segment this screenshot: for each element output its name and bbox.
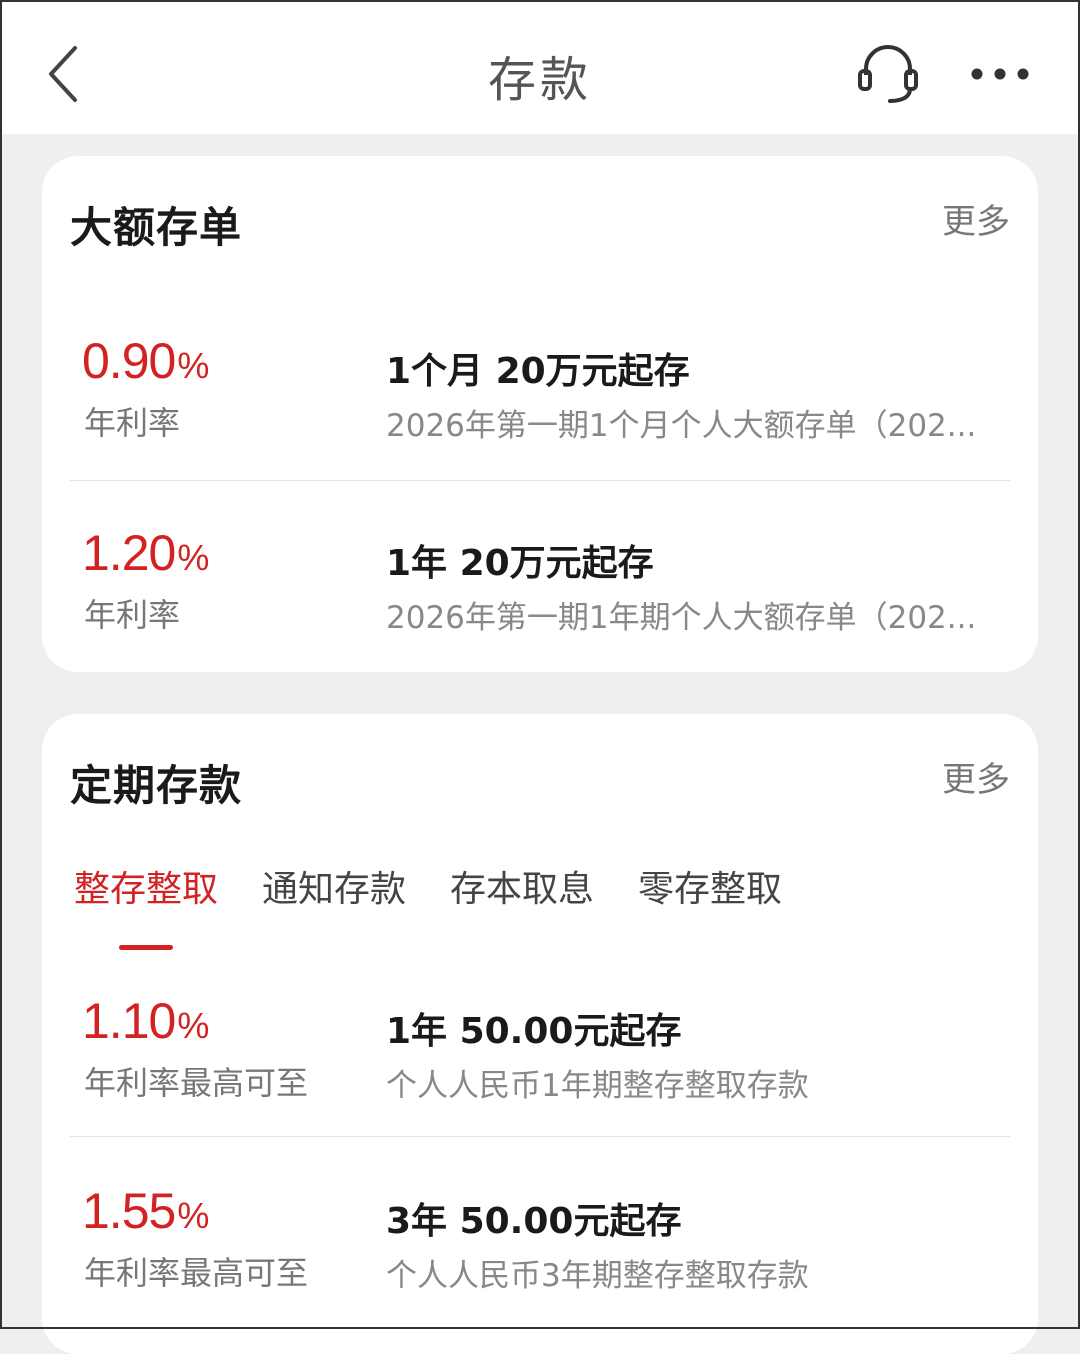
rate-label: 年利率 <box>84 596 181 634</box>
product-description: 2026年第一期1年期个人大额存单（202... <box>386 600 977 636</box>
tab-installment-deposit[interactable]: 零存整取 <box>638 860 782 930</box>
product-title: 1年 50.00元起存 <box>386 1011 682 1052</box>
tab-label: 存本取息 <box>450 869 595 910</box>
rate-value: 1.55% <box>82 1183 209 1239</box>
rate-label: 年利率最高可至 <box>84 1064 309 1102</box>
rate-label: 年利率 <box>84 404 181 442</box>
rate-value: 1.20% <box>82 525 209 581</box>
product-title: 1个月 20万元起存 <box>386 351 690 392</box>
section-title: 定期存款 <box>70 761 243 810</box>
divider <box>70 480 1010 481</box>
large-cd-card: 大额存单 更多 0.90% 年利率 1个月 20万元起存 2026年第一期1个月… <box>42 156 1038 672</box>
product-title: 1年 20万元起存 <box>386 543 654 584</box>
rate-value: 1.10% <box>82 993 209 1049</box>
more-link[interactable]: 更多 <box>942 194 1010 243</box>
product-row[interactable]: 1.10% 年利率最高可至 1年 50.00元起存 个人人民币1年期整存整取存款 <box>42 992 1038 1112</box>
divider <box>70 1136 1010 1137</box>
rate-label: 年利率最高可至 <box>84 1254 309 1292</box>
product-description: 2026年第一期1个月个人大额存单（202... <box>386 408 977 444</box>
tab-label: 整存整取 <box>74 869 219 910</box>
more-dots-icon <box>971 68 1029 80</box>
tab-lump-sum[interactable]: 整存整取 <box>74 860 219 950</box>
fixed-deposit-card: 定期存款 更多 整存整取 通知存款 存本取息 零存整取 1.10% 年利率最高可… <box>42 714 1038 1354</box>
more-link[interactable]: 更多 <box>942 752 1010 801</box>
product-row[interactable]: 0.90% 年利率 1个月 20万元起存 2026年第一期1个月个人大额存单（2… <box>42 332 1038 452</box>
customer-service-button[interactable] <box>848 36 928 112</box>
product-description: 个人人民币3年期整存整取存款 <box>386 1258 809 1294</box>
tab-label: 通知存款 <box>262 869 407 910</box>
active-tab-indicator <box>119 945 173 950</box>
tab-interest-withdrawal[interactable]: 存本取息 <box>450 860 594 930</box>
nav-bar: 存款 <box>0 0 1080 134</box>
tab-label: 零存整取 <box>638 869 783 910</box>
product-description: 个人人民币1年期整存整取存款 <box>386 1068 809 1104</box>
product-row[interactable]: 1.55% 年利率最高可至 3年 50.00元起存 个人人民币3年期整存整取存款 <box>42 1182 1038 1302</box>
rate-value: 0.90% <box>82 333 209 389</box>
tab-notice-deposit[interactable]: 通知存款 <box>262 860 406 930</box>
product-row[interactable]: 1.20% 年利率 1年 20万元起存 2026年第一期1年期个人大额存单（20… <box>42 524 1038 644</box>
more-options-button[interactable] <box>960 44 1040 104</box>
product-title: 3年 50.00元起存 <box>386 1201 682 1242</box>
headset-icon <box>858 45 918 103</box>
section-title: 大额存单 <box>70 203 243 252</box>
deposit-type-tabs: 整存整取 通知存款 存本取息 零存整取 <box>74 860 826 950</box>
